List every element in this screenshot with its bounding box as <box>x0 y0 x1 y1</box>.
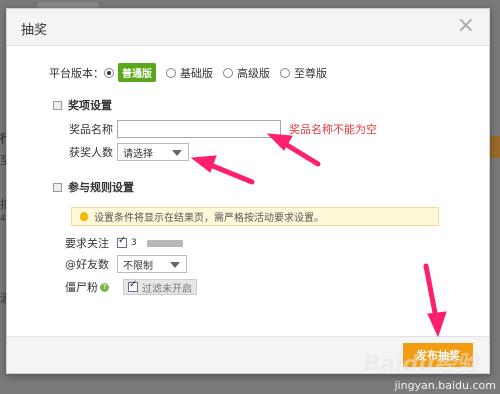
annotation-arrow-icon <box>190 155 255 185</box>
annotation-arrow-icon <box>423 263 447 338</box>
baidu-watermark-url: jingyan.baidu.com <box>394 379 496 392</box>
baidu-watermark-logo: Baidu经验 <box>363 352 478 377</box>
annotation-arrows <box>190 133 447 338</box>
annotation-arrow-icon <box>266 133 321 167</box>
